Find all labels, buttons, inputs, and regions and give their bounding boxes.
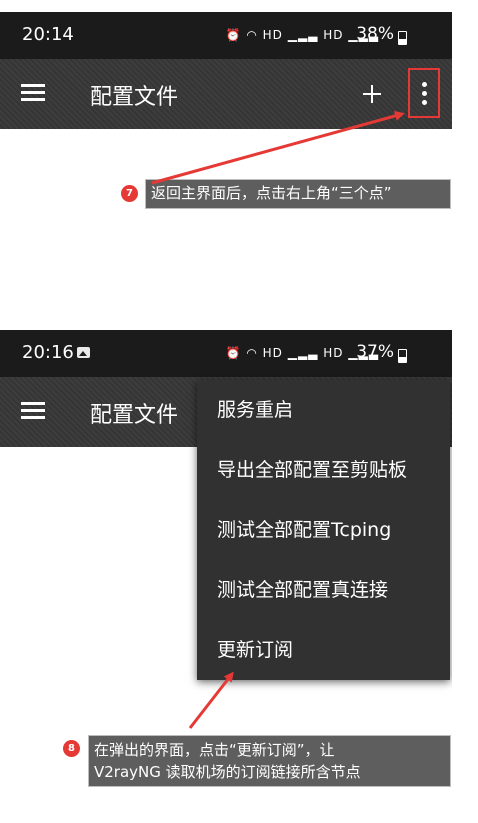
battery-level: 37% xyxy=(356,342,394,362)
overflow-menu: 服务重启 导出全部配置至剪贴板 测试全部配置Tcping 测试全部配置真连接 更… xyxy=(197,380,450,680)
callout-line-1: 在弹出的界面，点击“更新订阅”，让 xyxy=(94,741,335,759)
screenshot-2: 20:16 ⏰ ◠ HD ▁▂▃ HD ▁▂▃ 37% 配置文件 服务重启 导出… xyxy=(0,330,452,795)
menu-item-update-subscription[interactable]: 更新订阅 xyxy=(197,620,450,680)
callout-text: 返回主界面后，点击右上角“三个点” xyxy=(145,179,451,209)
callout-text-box: 在弹出的界面，点击“更新订阅”，让 V2rayNG 读取机场的订阅链接所含节点 xyxy=(88,735,451,787)
menu-item-tcping-test[interactable]: 测试全部配置Tcping xyxy=(197,500,450,560)
app-toolbar: 配置文件 xyxy=(0,59,452,129)
menu-item-restart-service[interactable]: 服务重启 xyxy=(197,380,450,440)
status-bar: 20:16 ⏰ ◠ HD ▁▂▃ HD ▁▂▃ 37% xyxy=(0,330,452,377)
battery-icon xyxy=(398,31,407,45)
status-time: 20:16 xyxy=(22,342,74,363)
battery-level: 38% xyxy=(356,24,394,44)
status-bar: 20:14 ⏰ ◠ HD ▁▂▃ HD ▁▂▃ 38% xyxy=(0,12,452,59)
step-number-badge: 8 xyxy=(63,740,80,757)
page-title: 配置文件 xyxy=(90,403,179,428)
battery-icon xyxy=(398,349,407,363)
step-number-badge: 7 xyxy=(121,185,138,202)
menu-icon[interactable] xyxy=(21,84,45,102)
more-vert-icon[interactable] xyxy=(408,68,440,118)
screenshot-1: 20:14 ⏰ ◠ HD ▁▂▃ HD ▁▂▃ 38% 配置文件 xyxy=(0,12,452,312)
menu-item-export-all[interactable]: 导出全部配置至剪贴板 xyxy=(197,440,450,500)
page-title: 配置文件 xyxy=(90,85,179,110)
status-time: 20:14 xyxy=(22,24,74,45)
callout-line-2: V2rayNG 读取机场的订阅链接所含节点 xyxy=(94,763,361,781)
menu-icon[interactable] xyxy=(21,402,45,420)
plus-icon[interactable] xyxy=(363,85,381,103)
menu-item-real-ping-test[interactable]: 测试全部配置真连接 xyxy=(197,560,450,620)
image-notification-icon xyxy=(77,347,90,358)
